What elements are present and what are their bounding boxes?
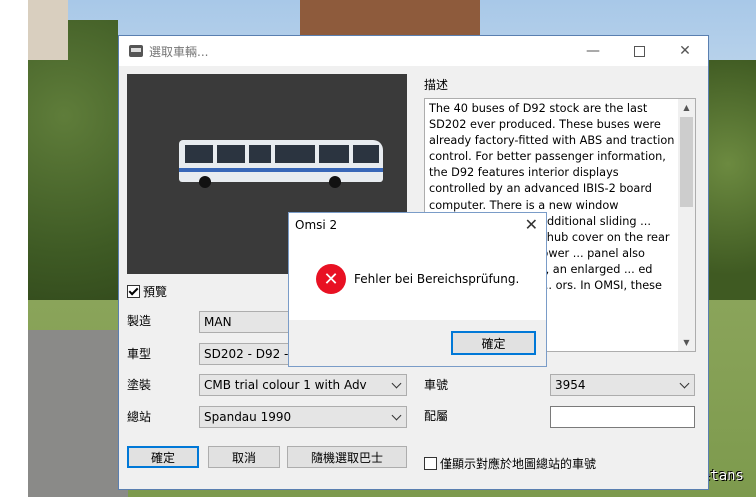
ok-button[interactable]: 確定 — [127, 446, 199, 468]
bus-stripe — [179, 168, 383, 172]
livery-select[interactable]: CMB trial colour 1 with Adv — [199, 374, 407, 396]
road — [28, 330, 128, 497]
number-select[interactable]: 3954 — [550, 374, 695, 396]
dialog-footer: 確定 — [289, 320, 546, 366]
left-strip — [0, 0, 28, 497]
preview-checkbox[interactable]: 預覽 — [127, 283, 167, 300]
bus-window — [217, 145, 245, 163]
random-bus-button[interactable]: 隨機選取巴士 — [287, 446, 407, 468]
checkbox-unchecked-icon[interactable] — [424, 457, 437, 470]
checkbox-checked-icon[interactable] — [127, 285, 140, 298]
description-scrollbar[interactable]: ▲ ▼ — [678, 99, 695, 351]
depot-select[interactable]: Spandau 1990 — [199, 406, 407, 428]
maximize-button[interactable] — [616, 36, 662, 66]
livery-value: CMB trial colour 1 with Adv — [204, 378, 367, 392]
close-button[interactable]: ✕ — [662, 36, 708, 66]
dialog-title: Omsi 2 — [295, 218, 338, 232]
error-dialog: Omsi 2 ✕ ✕ Fehler bei Bereichsprüfung. 確… — [288, 212, 547, 367]
minimize-button[interactable]: — — [570, 36, 616, 66]
error-icon: ✕ — [316, 264, 346, 294]
bus-window — [249, 145, 271, 163]
bus-window — [319, 145, 349, 163]
chevron-down-icon — [679, 378, 690, 389]
bus-window — [275, 145, 315, 163]
title-bar[interactable]: 選取車輛... — ✕ — [119, 36, 708, 66]
bus-wheel — [329, 176, 341, 188]
livery-label: 塗裝 — [127, 378, 152, 392]
bus-window — [185, 145, 213, 163]
scroll-down-icon[interactable]: ▼ — [678, 334, 695, 351]
bus-windshield — [353, 145, 379, 163]
description-label: 描述 — [424, 78, 449, 92]
chevron-down-icon — [391, 378, 402, 389]
plate-label: 配屬 — [424, 409, 449, 423]
building-roof — [300, 0, 480, 36]
preview-label: 預覽 — [143, 285, 168, 299]
trees-left — [28, 20, 118, 340]
depot-value: Spandau 1990 — [204, 410, 292, 424]
depot-label: 總站 — [127, 410, 152, 424]
dialog-message: Fehler bei Bereichsprüfung. — [354, 272, 520, 286]
manufacturer-label: 製造 — [127, 314, 152, 328]
plate-input[interactable] — [550, 406, 695, 428]
bus-image — [179, 136, 387, 188]
number-value: 3954 — [555, 378, 586, 392]
maximize-icon — [633, 45, 645, 57]
bus-icon — [129, 45, 143, 57]
only-depot-checkbox[interactable]: 僅顯示對應於地圖總站的車號 — [424, 455, 596, 472]
manufacturer-value: MAN — [204, 315, 232, 329]
cancel-button[interactable]: 取消 — [208, 446, 280, 468]
bus-wheel — [199, 176, 211, 188]
dialog-ok-button[interactable]: 確定 — [451, 331, 536, 355]
dialog-close-icon[interactable]: ✕ — [525, 215, 538, 234]
window-title: 選取車輛... — [149, 44, 209, 59]
chevron-down-icon — [391, 410, 402, 421]
number-label: 車號 — [424, 378, 449, 392]
scroll-up-icon[interactable]: ▲ — [678, 99, 695, 116]
house — [28, 0, 68, 60]
only-depot-label: 僅顯示對應於地圖總站的車號 — [440, 457, 597, 471]
scroll-thumb[interactable] — [680, 117, 693, 207]
model-label: 車型 — [127, 347, 152, 361]
